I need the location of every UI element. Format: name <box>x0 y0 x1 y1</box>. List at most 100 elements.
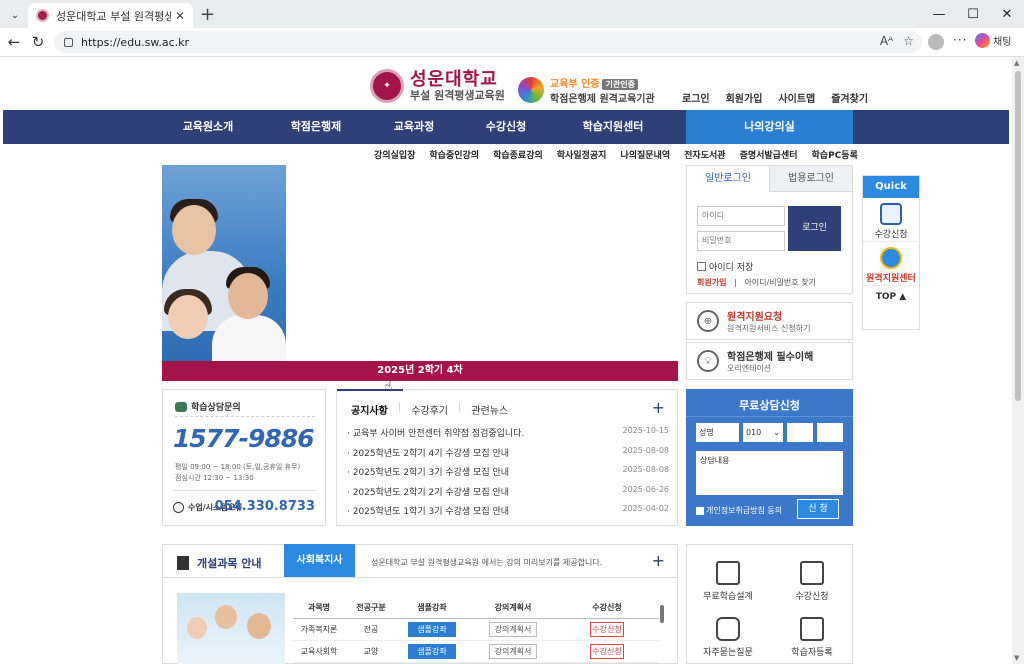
orientation-box[interactable]: 💡︎ 학점은행제 필수이해 오리엔테이션 <box>686 342 853 380</box>
learner-register-link[interactable]: 학습자등록 <box>777 617 847 658</box>
quick-icon-label: 자주묻는질문 <box>703 648 753 658</box>
notice-item[interactable]: · 교육부 사이버 안전센터 취약점 점검중입니다. 2025-10-15 <box>347 426 669 446</box>
notice-item[interactable]: · 2025학년도 2학기 4기 수강생 모집 안내 2025-08-08 <box>347 446 669 466</box>
bookmark-link[interactable]: 즐겨찾기 <box>831 90 868 105</box>
notice-date: 2025-04-02 <box>622 504 670 513</box>
enroll-search-icon <box>880 203 902 225</box>
phone-last-field[interactable] <box>817 423 843 442</box>
remote-support-box[interactable]: ⊕ 원격지원요청 원격지원서비스 신청하기 <box>686 302 853 340</box>
notice-item[interactable]: · 2025학년도 2학기 2기 수강생 모집 안내 2025-06-26 <box>347 485 669 505</box>
sample-button[interactable]: 샘플강좌 <box>408 622 456 637</box>
orientation-sub: 오리엔테이션 <box>727 364 772 373</box>
courses-photo <box>177 593 285 664</box>
login-link[interactable]: 로그인 <box>682 90 710 105</box>
subnav-item[interactable]: 학습종료강의 <box>493 148 543 161</box>
url-field[interactable]: https://edu.sw.ac.kr Aᴬ ☆ <box>54 31 922 53</box>
site-info-icon[interactable] <box>64 37 73 47</box>
table-scrollbar[interactable] <box>659 597 665 663</box>
phone-mid-field[interactable] <box>787 423 813 442</box>
tab-corp-login[interactable]: 법용로그인 <box>769 166 852 192</box>
browser-tab[interactable]: 성운대학교 부설 원격평생교육원 ✕ <box>28 3 193 28</box>
nav-item-credit-bank[interactable]: 학점은행제 <box>261 110 371 144</box>
tab-news[interactable]: 관련뉴스 <box>471 402 508 417</box>
subnav-item[interactable]: 나의질문내역 <box>620 148 670 161</box>
reload-icon[interactable]: ↻ <box>26 33 50 51</box>
nav-item-enroll[interactable]: 수강신청 <box>451 110 561 144</box>
quick-remote-support[interactable]: 원격지원센터 <box>863 242 919 286</box>
close-tab-icon[interactable]: ✕ <box>175 9 185 23</box>
nav-item-my-classroom[interactable]: 나의강의실 <box>686 110 853 144</box>
sample-button[interactable]: 샘플강좌 <box>408 644 456 659</box>
sitemap-link[interactable]: 사이트맵 <box>778 90 815 105</box>
orientation-title: 학점은행제 필수이해 <box>727 352 814 363</box>
find-account-link[interactable]: 아이디/비밀번호 찾기 <box>744 278 815 287</box>
favorite-star-icon[interactable]: ☆ <box>903 34 914 48</box>
globe-icon: ⊕ <box>697 310 719 332</box>
tab-list-icon[interactable]: ⌄ <box>6 6 24 24</box>
tab-title: 성운대학교 부설 원격평생교육원 <box>56 9 171 23</box>
page-scrollbar[interactable]: ▲ ▼ <box>1012 57 1024 664</box>
main-navigation: 교육원소개 학점은행제 교육과정 수강신청 학습지원센터 나의강의실 <box>3 110 1009 144</box>
scroll-up-icon[interactable]: ▲ <box>1014 59 1019 67</box>
nav-item-support[interactable]: 학습지원센터 <box>558 110 668 144</box>
tab-reviews[interactable]: 수강후기 <box>411 402 448 417</box>
notice-more-icon[interactable]: + <box>652 398 665 417</box>
scroll-thumb[interactable] <box>1015 71 1021 401</box>
maximize-icon[interactable]: ☐ <box>956 0 990 28</box>
syllabus-button[interactable]: 강의계획서 <box>489 644 537 659</box>
hero-banner-image[interactable] <box>162 165 286 361</box>
agree-checkbox[interactable]: 개인정보취급방침 동의 <box>696 505 782 516</box>
copilot-button[interactable]: 채팅 <box>975 33 1011 48</box>
more-menu-icon[interactable]: ··· <box>953 33 967 47</box>
scroll-down-icon[interactable]: ▼ <box>1014 654 1019 662</box>
submit-button[interactable]: 신 청 <box>797 499 839 519</box>
enroll-button[interactable]: 수강신청 <box>590 644 624 659</box>
col-header: 수강신청 <box>592 603 622 612</box>
new-tab-icon[interactable]: + <box>200 4 215 25</box>
minimize-icon[interactable]: — <box>922 0 956 28</box>
faq-link[interactable]: 자주묻는질문 <box>693 617 763 658</box>
name-field[interactable]: 성명 <box>696 423 739 442</box>
tab-general-login[interactable]: 일반로그인 <box>687 166 769 192</box>
subnav-item[interactable]: 강의실입장 <box>374 148 415 161</box>
read-aloud-icon[interactable]: Aᴬ <box>880 34 893 48</box>
login-links-separator: | <box>734 278 737 287</box>
notice-item[interactable]: · 2025학년도 2학기 3기 수강생 모집 안내 2025-08-08 <box>347 465 669 485</box>
subnav-item[interactable]: 학사일정공지 <box>557 148 607 161</box>
hero-caption-bar[interactable]: 2025년 2학기 4차 <box>162 361 678 381</box>
back-icon[interactable]: ← <box>2 33 26 51</box>
profile-avatar[interactable] <box>928 34 944 50</box>
nav-item-intro[interactable]: 교육원소개 <box>153 110 263 144</box>
login-button[interactable]: 로그인 <box>788 206 841 251</box>
col-header: 강의계획서 <box>494 603 532 612</box>
free-study-plan-link[interactable]: 무료학습설계 <box>693 561 763 602</box>
login-password-field[interactable]: 비밀번호 <box>697 231 785 251</box>
save-id-checkbox[interactable]: 아이디 저장 <box>697 260 753 273</box>
cert-badge: 기관인증 <box>602 79 638 90</box>
close-window-icon[interactable]: ✕ <box>990 0 1024 28</box>
counsel-content-field[interactable]: 상담내용 <box>696 451 843 495</box>
site-logo[interactable]: ✦ 성운대학교 부설 원격평생교육원 <box>370 69 505 103</box>
join-link[interactable]: 회원가입 <box>697 278 726 287</box>
notice-item[interactable]: · 2025학년도 1학기 3기 수강생 모집 안내 2025-04-02 <box>347 504 669 524</box>
subnav-item[interactable]: 학습중인강의 <box>429 148 479 161</box>
table-header-row: 과목명 전공구분 샘플강좌 강의계획서 수강신청 <box>293 597 659 619</box>
hours-weekday: 평일 09:00 ~ 18:00 (토,일,공휴일 휴무) <box>175 463 301 471</box>
login-id-field[interactable]: 아이디 <box>697 206 785 226</box>
enroll-button[interactable]: 수강신청 <box>590 622 624 637</box>
courses-more-icon[interactable]: + <box>652 551 665 570</box>
phone-prefix-select[interactable]: 010 ⌄ <box>743 423 783 442</box>
col-header: 과목명 <box>307 603 331 612</box>
tab-social-worker[interactable]: 사회복지사 <box>284 544 355 577</box>
cert-line2: 학점은행제 원격교육기관 <box>550 94 655 105</box>
syllabus-button[interactable]: 강의계획서 <box>489 622 537 637</box>
subnav-item[interactable]: 전자도서관 <box>684 148 725 161</box>
tab-notices[interactable]: 공지사항 <box>351 402 388 417</box>
join-link[interactable]: 회원가입 <box>726 90 763 105</box>
top-button[interactable]: TOP ▲ <box>863 286 919 302</box>
subnav-item[interactable]: 증명서발급센터 <box>740 148 798 161</box>
enroll-link[interactable]: 수강신청 <box>777 561 847 602</box>
table-row: 가족복지론 전공 샘플강좌 강의계획서 수강신청 <box>293 619 659 641</box>
quick-enroll[interactable]: 수강신청 <box>863 198 919 242</box>
subnav-item[interactable]: 학습PC등록 <box>812 148 858 161</box>
